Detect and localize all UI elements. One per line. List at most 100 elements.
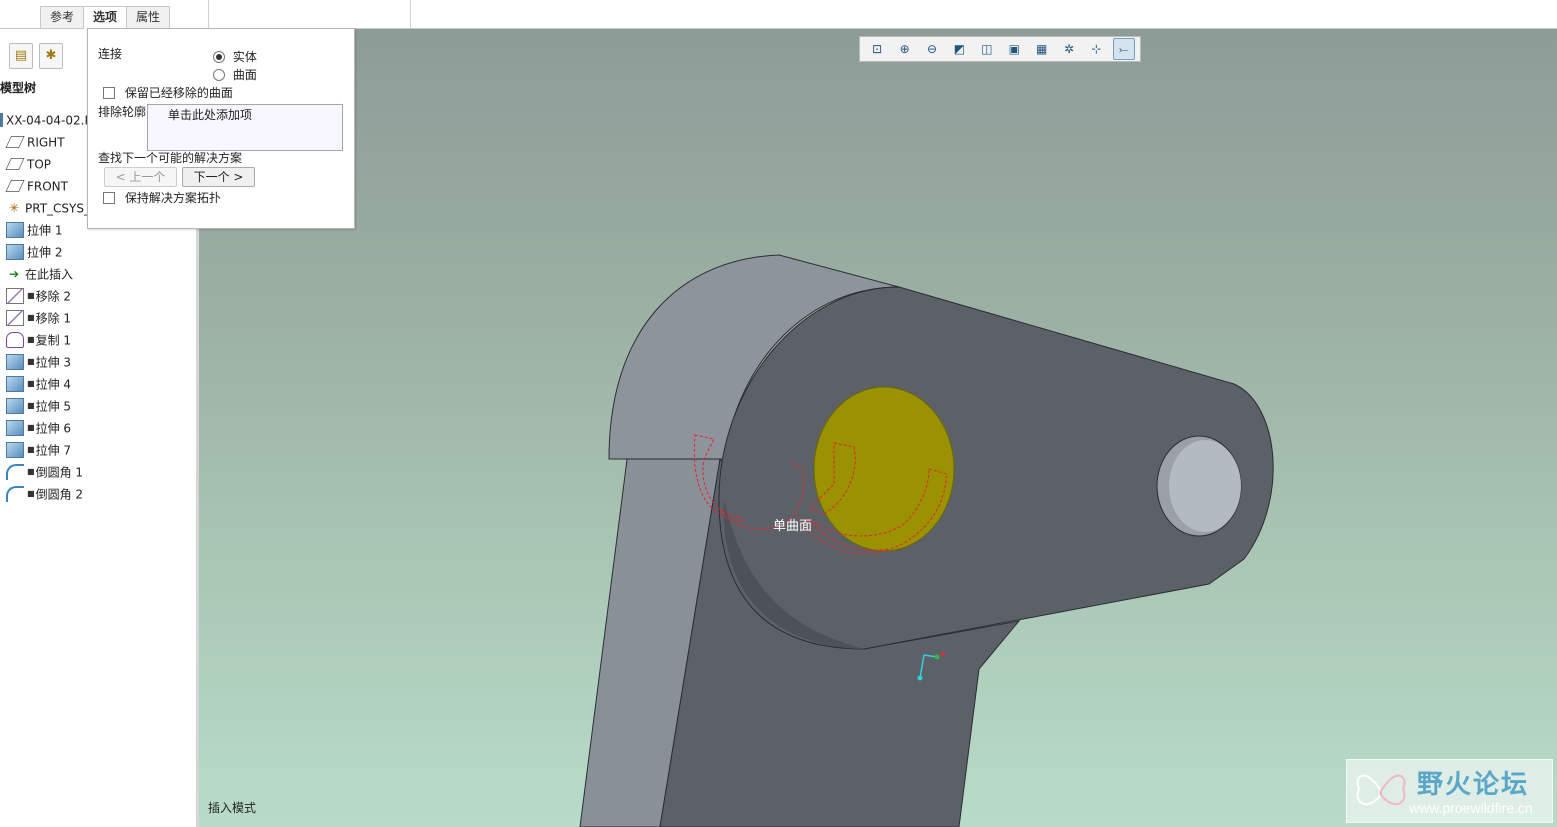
repaint-icon[interactable]: ◩	[948, 38, 970, 60]
tab-references[interactable]: 参考	[40, 6, 85, 28]
tree-item[interactable]: ■拉伸 5	[0, 395, 196, 417]
feature-status-marker: ■	[27, 401, 35, 410]
feature-status-marker: ■	[27, 489, 35, 498]
tab-options[interactable]: 选项	[83, 6, 128, 29]
extrude-icon	[6, 353, 24, 370]
divider	[410, 0, 411, 28]
keep-removed-checkbox[interactable]	[103, 86, 115, 99]
surface-radio[interactable]	[213, 68, 225, 81]
part-model[interactable]	[199, 29, 1557, 827]
feature-status-marker: ■	[27, 445, 35, 454]
tree-item-label: 拉伸 3	[35, 355, 72, 370]
graphics-window[interactable]: 单曲面 ⊡ ⊕ ⊖ ◩ ◫ ▣ ▦ ✲ ⊹ ⤚ 插入模式	[199, 29, 1557, 827]
extrude-icon	[6, 243, 24, 260]
tree-item[interactable]: ■移除 1	[0, 307, 196, 329]
dashboard-tab-bar: 参考 选项 属性	[0, 0, 1557, 29]
tree-item[interactable]: ■移除 2	[0, 285, 196, 307]
selected-circular-face[interactable]	[813, 386, 955, 552]
forum-watermark: 野火论坛 www.proewildfire.cn	[1346, 759, 1553, 823]
tab-properties[interactable]: 属性	[126, 6, 171, 28]
feature-status-marker: ■	[27, 313, 35, 322]
options-panel: 连接 实体 曲面 保留已经移除的曲面 排除轮廓 单击此处添加项 查找下一个可能的…	[87, 28, 355, 229]
tree-item[interactable]: ■倒圆角 1	[0, 461, 196, 483]
view-manager-icon[interactable]: ▦	[1030, 38, 1052, 60]
surface-label: 曲面	[232, 68, 257, 82]
feature-status-marker: ■	[27, 357, 35, 366]
surface-radio-row[interactable]: 曲面	[213, 66, 257, 83]
refit-icon[interactable]: ⊡	[866, 38, 888, 60]
copy-icon	[6, 331, 24, 348]
datum-plane-icon	[5, 179, 25, 192]
feature-status-marker: ■	[27, 467, 35, 476]
tree-item-label: RIGHT	[27, 135, 65, 150]
display-style-icon[interactable]: ◫	[976, 38, 998, 60]
connect-label: 连接	[98, 47, 123, 61]
solid-radio[interactable]	[213, 50, 225, 63]
extrude-icon	[6, 221, 24, 238]
tree-item[interactable]: ■拉伸 6	[0, 417, 196, 439]
feature-status-marker: ■	[27, 379, 35, 388]
remove-icon	[6, 309, 24, 326]
keep-topology-row[interactable]: 保持解决方案拓扑	[103, 189, 221, 206]
tree-item-label: 拉伸 2	[27, 245, 63, 260]
previous-solution-button[interactable]: < 上一个	[104, 167, 177, 187]
extrude-icon	[6, 397, 24, 414]
exclude-contour-label: 排除轮廓	[98, 105, 147, 119]
insert-here-icon: ➔	[8, 266, 20, 281]
tree-item[interactable]: ■倒圆角 2	[0, 483, 196, 505]
tree-settings-icon[interactable]: ✱	[39, 43, 63, 69]
show-layers-icon[interactable]: ▤	[9, 43, 33, 69]
part-icon	[0, 112, 3, 127]
feature-status-marker: ■	[27, 423, 35, 432]
next-solution-button[interactable]: 下一个 >	[182, 167, 255, 187]
status-text: 插入模式	[208, 801, 257, 815]
collector-placeholder: 单击此处添加项	[168, 108, 253, 122]
tree-item-label: 倒圆角 2	[35, 487, 84, 502]
tree-item[interactable]: 拉伸 2	[0, 241, 196, 263]
datum-plane-icon	[5, 135, 25, 148]
single-surface-label: 单曲面	[773, 519, 813, 534]
tree-item-label: 拉伸 1	[27, 223, 63, 238]
exclude-contour-collector[interactable]: 单击此处添加项	[147, 104, 343, 151]
feature-status-marker: ■	[27, 291, 35, 300]
tree-item-label: 在此插入	[25, 267, 74, 282]
tree-item[interactable]: ➔ 在此插入	[0, 263, 196, 285]
tree-item-label: 拉伸 6	[35, 421, 72, 436]
tree-item-label: 拉伸 5	[35, 399, 72, 414]
find-solution-label: 查找下一个可能的解决方案	[98, 151, 243, 165]
extrude-icon	[6, 375, 24, 392]
annotation-display-icon[interactable]: ⤚	[1112, 38, 1136, 60]
keep-topology-label: 保持解决方案拓扑	[124, 191, 221, 205]
datum-display-icon[interactable]: ✲	[1058, 38, 1080, 60]
tree-item[interactable]: ■拉伸 4	[0, 373, 196, 395]
tree-item-label: 移除 2	[35, 289, 72, 304]
keep-removed-row[interactable]: 保留已经移除的曲面	[103, 84, 233, 101]
divider	[208, 0, 209, 28]
tree-item[interactable]: ■拉伸 3	[0, 351, 196, 373]
tree-item[interactable]: ■拉伸 7	[0, 439, 196, 461]
hole-inner	[1169, 440, 1241, 532]
tree-item-label: 拉伸 4	[35, 377, 72, 392]
tree-item-label: 复制 1	[35, 333, 72, 348]
solid-label: 实体	[232, 50, 257, 64]
extrude-icon	[6, 419, 24, 436]
zoom-in-icon[interactable]: ⊕	[893, 38, 915, 60]
tree-item-label: XX-04-04-02.PR	[6, 113, 101, 128]
spin-center-icon[interactable]: ⊹	[1085, 38, 1107, 60]
datum-plane-icon	[5, 157, 25, 170]
tree-item-label: TOP	[27, 157, 52, 172]
butterfly-logo-icon	[1356, 774, 1406, 806]
remove-icon	[6, 287, 24, 304]
keep-topology-checkbox[interactable]	[103, 191, 115, 204]
forum-name: 野火论坛	[1417, 770, 1530, 800]
keep-removed-label: 保留已经移除的曲面	[124, 86, 233, 100]
saved-views-icon[interactable]: ▣	[1003, 38, 1025, 60]
solid-radio-row[interactable]: 实体	[213, 48, 257, 65]
round-icon	[6, 485, 24, 502]
view-toolbar: ⊡ ⊕ ⊖ ◩ ◫ ▣ ▦ ✲ ⊹ ⤚	[859, 36, 1141, 62]
model-tree-title: 模型树	[0, 81, 37, 95]
zoom-out-icon[interactable]: ⊖	[921, 38, 943, 60]
tree-item[interactable]: ■复制 1	[0, 329, 196, 351]
round-icon	[6, 463, 24, 480]
tree-item-label: 拉伸 7	[35, 443, 72, 458]
